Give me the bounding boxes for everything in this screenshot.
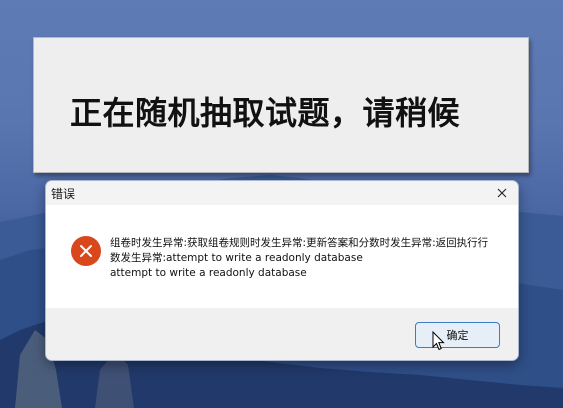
error-icon (71, 236, 101, 266)
error-dialog: 错误 组卷时发生异常:获取组卷规则时发生异常:更新答案和分数时发生异常:返回执行… (45, 180, 519, 361)
loading-splash: 正在随机抽取试题，请稍候 (33, 37, 529, 173)
dialog-body: 组卷时发生异常:获取组卷规则时发生异常:更新答案和分数时发生异常:返回执行行数发… (46, 205, 518, 308)
mouse-cursor-icon (432, 331, 445, 351)
error-message-line-2: attempt to write a readonly database (110, 267, 307, 279)
dialog-title: 错误 (51, 187, 76, 201)
loading-message: 正在随机抽取试题，请稍候 (70, 94, 461, 132)
close-button[interactable] (490, 182, 514, 204)
error-message-line-1: 组卷时发生异常:获取组卷规则时发生异常:更新答案和分数时发生异常:返回执行行数发… (110, 237, 489, 264)
error-message: 组卷时发生异常:获取组卷规则时发生异常:更新答案和分数时发生异常:返回执行行数发… (110, 236, 496, 281)
close-icon (497, 188, 507, 198)
dialog-titlebar[interactable]: 错误 (46, 181, 518, 205)
ok-button[interactable]: 确定 (415, 322, 500, 348)
